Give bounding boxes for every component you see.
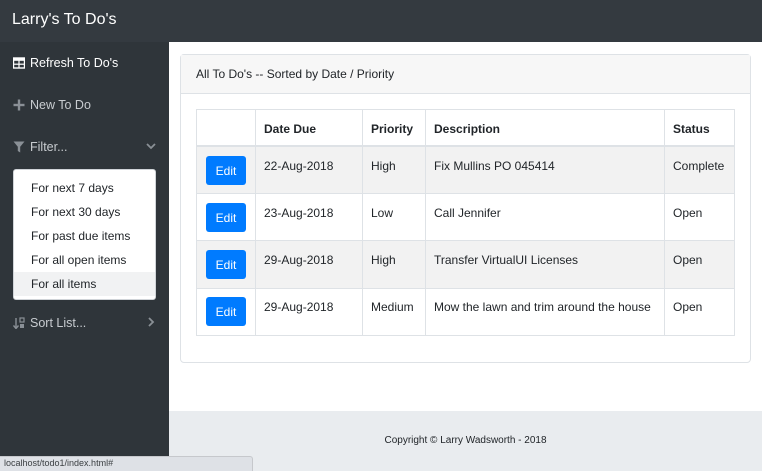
- row-status: Open: [673, 253, 703, 267]
- chevron-right-icon: [148, 317, 155, 327]
- row-status: Open: [673, 300, 703, 314]
- sidebar-item-refresh[interactable]: Refresh To Do's: [0, 48, 169, 80]
- row-description: Transfer VirtualUI Licenses: [434, 253, 579, 267]
- app-title[interactable]: Larry's To Do's: [12, 11, 117, 29]
- row-date-due: 22-Aug-2018: [264, 159, 334, 173]
- filter-dropdown-menu: For next 7 days For next 30 days For pas…: [13, 169, 156, 300]
- column-header-priority[interactable]: Priority: [371, 122, 413, 136]
- row-date-due: 29-Aug-2018: [264, 300, 334, 314]
- sidebar-item-label: Sort List...: [30, 316, 87, 330]
- row-description: Call Jennifer: [434, 206, 501, 220]
- column-header-date-due[interactable]: Date Due: [264, 122, 316, 136]
- table-icon: [13, 57, 25, 69]
- sidebar-item-sort[interactable]: Sort List...: [0, 308, 169, 340]
- sidebar-item-label: Refresh To Do's: [30, 56, 119, 70]
- row-description: Mow the lawn and trim around the house: [434, 300, 651, 314]
- row-status: Open: [673, 206, 703, 220]
- row-priority: Medium: [371, 300, 414, 314]
- row-description: Fix Mullins PO 045414: [434, 159, 555, 173]
- filter-option-next-30-days[interactable]: For next 30 days: [14, 200, 155, 224]
- footer-copyright: Copyright © Larry Wadsworth - 2018: [384, 435, 547, 446]
- card-header: All To Do's -- Sorted by Date / Priority: [181, 55, 750, 94]
- filter-option-all-open[interactable]: For all open items: [14, 248, 155, 272]
- row-priority: High: [371, 159, 396, 173]
- column-header-status[interactable]: Status: [673, 122, 710, 136]
- footer: Copyright © Larry Wadsworth - 2018: [169, 411, 762, 471]
- chevron-down-icon: [146, 143, 156, 150]
- edit-button[interactable]: Edit: [206, 297, 246, 326]
- sidebar-item-filter[interactable]: Filter...: [0, 132, 169, 164]
- status-url: localhost/todo1/index.html#: [4, 458, 114, 468]
- row-status: Complete: [673, 159, 725, 173]
- edit-button[interactable]: Edit: [206, 203, 246, 232]
- browser-status-bar: localhost/todo1/index.html#: [0, 456, 253, 471]
- plus-icon: [13, 99, 25, 111]
- sidebar-item-label: New To Do: [30, 98, 91, 112]
- edit-button[interactable]: Edit: [206, 156, 246, 185]
- filter-icon: [13, 141, 25, 153]
- filter-option-next-7-days[interactable]: For next 7 days: [14, 176, 155, 200]
- sidebar-item-label: Filter...: [30, 140, 68, 154]
- row-priority: High: [371, 253, 396, 267]
- column-header-description[interactable]: Description: [434, 122, 500, 136]
- sidebar-item-new-todo[interactable]: New To Do: [0, 90, 169, 122]
- filter-option-past-due[interactable]: For past due items: [14, 224, 155, 248]
- filter-option-all-items[interactable]: For all items: [14, 272, 155, 296]
- card-title: All To Do's -- Sorted by Date / Priority: [196, 67, 395, 81]
- row-priority: Low: [371, 206, 394, 220]
- sort-icon: [13, 317, 25, 329]
- row-date-due: 29-Aug-2018: [264, 253, 334, 267]
- top-navbar: Larry's To Do's: [0, 0, 762, 42]
- edit-button[interactable]: Edit: [206, 250, 246, 279]
- row-date-due: 23-Aug-2018: [264, 206, 334, 220]
- todo-table: Date Due Priority Description Status Edi…: [196, 109, 735, 336]
